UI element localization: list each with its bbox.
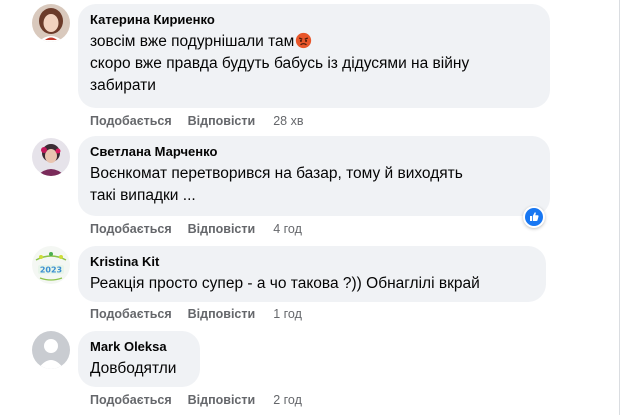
comment-timestamp[interactable]: 2 год bbox=[273, 393, 302, 407]
comment-text: скоро вже правда будуть бабусь із дідуся… bbox=[90, 55, 470, 72]
reaction-badge[interactable] bbox=[523, 206, 545, 228]
comment-bubble: Катерина Кириенко зовсім вже подурнішали… bbox=[78, 4, 550, 108]
comment-bubble: Kristina Kit Реакція просто супер - а чо… bbox=[78, 246, 546, 302]
comment-author[interactable]: Светлана Марченко bbox=[90, 144, 538, 160]
comment-text: зовсім вже подурнішали там bbox=[90, 33, 295, 50]
like-link[interactable]: Подобається bbox=[90, 307, 172, 321]
like-link[interactable]: Подобається bbox=[90, 222, 172, 236]
like-link[interactable]: Подобається bbox=[90, 114, 172, 128]
like-link[interactable]: Подобається bbox=[90, 393, 172, 407]
reply-link[interactable]: Відповісти bbox=[188, 393, 256, 407]
comment-text: Довбодятли bbox=[90, 360, 177, 377]
comment-bubble: Светлана Марченко Воєнкомат перетворився… bbox=[78, 136, 550, 216]
reply-link[interactable]: Відповісти bbox=[188, 307, 256, 321]
avatar[interactable] bbox=[32, 138, 70, 176]
comment-text-line: зовсім вже подурнішали там bbox=[90, 31, 538, 53]
svg-text:2023: 2023 bbox=[40, 266, 62, 275]
comment-timestamp[interactable]: 4 год bbox=[273, 222, 302, 236]
comment-text: Реакція просто супер - а чо такова ?)) О… bbox=[90, 275, 480, 292]
comment-text: такі випадки ... bbox=[90, 187, 196, 204]
comment-actions: Подобається Відповісти 28 хв bbox=[90, 113, 303, 129]
comment-author[interactable]: Mark Oleksa bbox=[90, 339, 188, 355]
comment-actions: Подобається Відповісти 1 год bbox=[90, 306, 302, 322]
avatar[interactable] bbox=[32, 331, 70, 369]
reply-link[interactable]: Відповісти bbox=[188, 222, 256, 236]
comment-actions: Подобається Відповісти 4 год bbox=[90, 221, 302, 237]
avatar[interactable] bbox=[32, 4, 70, 42]
reply-link[interactable]: Відповісти bbox=[188, 114, 256, 128]
angry-face-emoji-icon bbox=[296, 32, 312, 49]
avatar[interactable]: 2023 bbox=[32, 246, 70, 284]
like-reaction-icon bbox=[525, 208, 543, 226]
comment-author[interactable]: Kristina Kit bbox=[90, 254, 534, 270]
comment-author[interactable]: Катерина Кириенко bbox=[90, 12, 538, 28]
comment-timestamp[interactable]: 28 хв bbox=[273, 114, 303, 128]
comment-bubble: Mark Oleksa Довбодятли bbox=[78, 331, 200, 387]
comment-text: Воєнкомат перетворився на базар, тому й … bbox=[90, 165, 463, 182]
comment-timestamp[interactable]: 1 год bbox=[273, 307, 302, 321]
comment-text: забирати bbox=[90, 77, 156, 94]
comment-actions: Подобається Відповісти 2 год bbox=[90, 392, 302, 408]
